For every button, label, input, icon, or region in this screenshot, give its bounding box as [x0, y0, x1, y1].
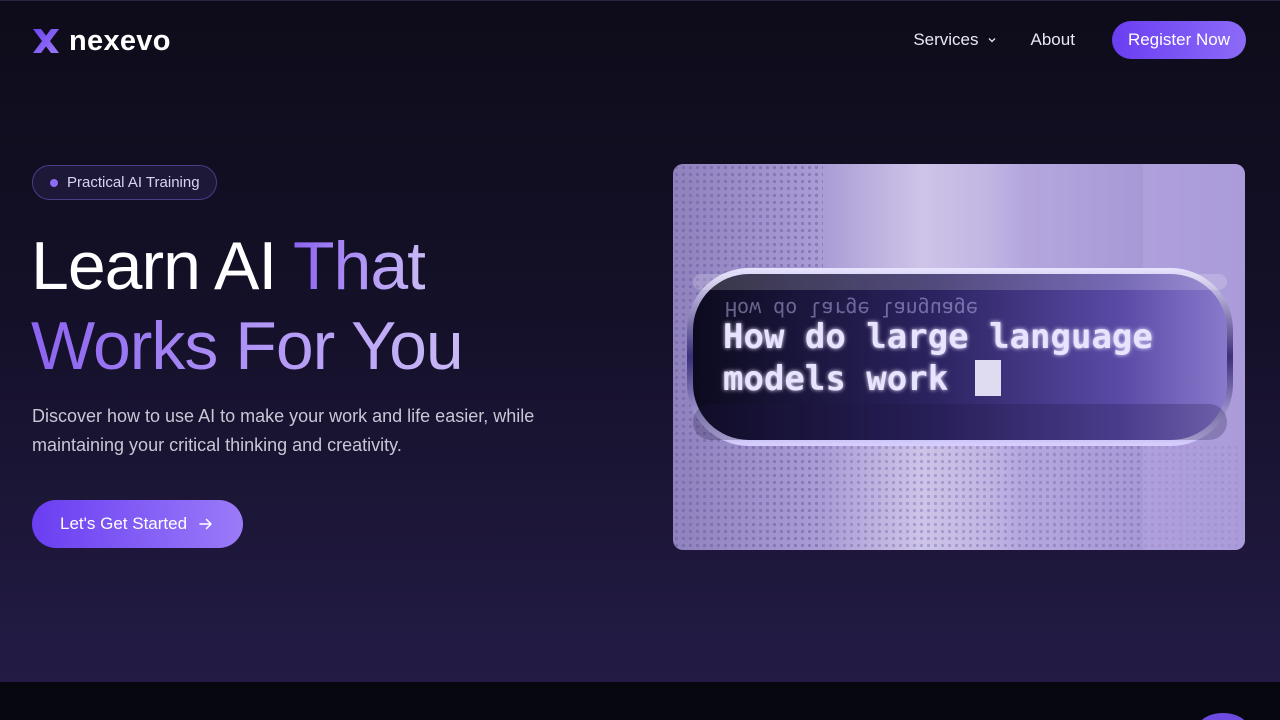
- chevron-down-icon: [988, 38, 995, 43]
- capsule-line-1: How do large language: [723, 317, 1153, 357]
- cta-label: Let's Get Started: [60, 514, 188, 533]
- headline-accent-2: Works For You: [31, 308, 464, 384]
- hero-badge: Practical AI Training: [32, 165, 217, 200]
- next-section: [0, 682, 1280, 720]
- headline-white: Learn AI: [31, 228, 293, 304]
- headline-accent-1: That: [292, 228, 426, 304]
- x-logo-icon: [33, 29, 59, 53]
- nav-services[interactable]: Services: [913, 30, 996, 50]
- nav-about[interactable]: About: [1031, 30, 1075, 50]
- brand-name: nexevo: [69, 25, 171, 57]
- nav-services-label: Services: [913, 30, 979, 49]
- hero-image: How do large language How do large langu…: [673, 164, 1245, 550]
- capsule-line-2: models work: [723, 359, 948, 399]
- top-nav: Services About Register Now: [913, 21, 1246, 59]
- hero-subtitle: Discover how to use AI to make your work…: [32, 406, 535, 455]
- badge-label: Practical AI Training: [67, 174, 200, 191]
- brand-logo[interactable]: nexevo: [31, 25, 171, 57]
- arrow-right-icon: [199, 518, 212, 530]
- nav-about-label: About: [1030, 30, 1075, 49]
- glass-capsule-illustration: How do large language How do large langu…: [673, 164, 1245, 550]
- badge-dot: [50, 178, 58, 187]
- get-started-button[interactable]: Let's Get Started: [32, 500, 244, 548]
- hero-headline: Learn AI That Works For You: [31, 226, 464, 386]
- register-button[interactable]: Register Now: [1111, 21, 1246, 59]
